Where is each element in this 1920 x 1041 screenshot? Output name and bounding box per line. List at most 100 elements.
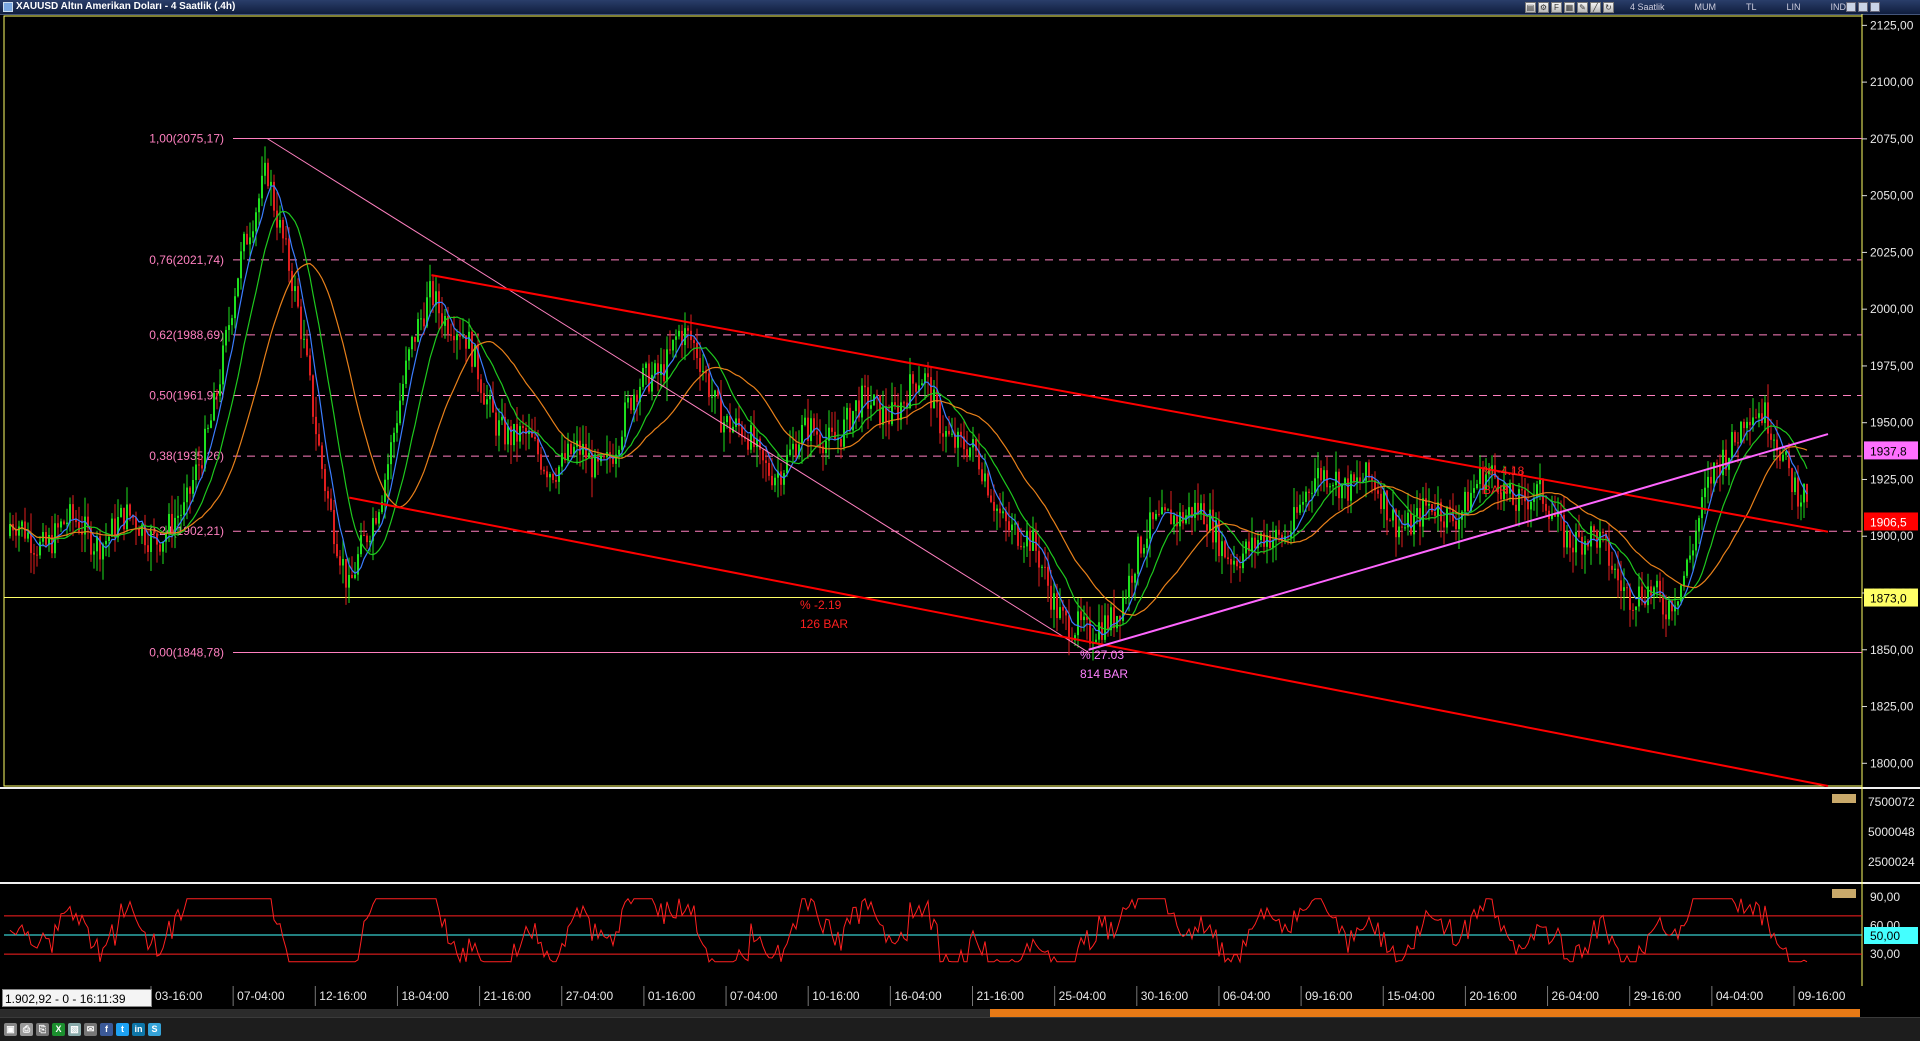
candle-body (825, 440, 827, 454)
candle-body (201, 465, 203, 469)
forex-icon[interactable]: F (1550, 1, 1562, 13)
save-icon[interactable]: ▣ (4, 1023, 17, 1036)
candle-body (1623, 587, 1625, 591)
chart-toolbar: ▤ ⚙ F ▦ ✎ ╱ ↻ 4 Saatlik MUM TL LIN IND (1524, 0, 1860, 14)
candle-body (1800, 502, 1802, 507)
candle-body (1101, 622, 1103, 640)
line-icon[interactable]: ╱ (1589, 1, 1601, 13)
candle-body (1704, 487, 1706, 498)
skype-icon[interactable]: S (148, 1023, 161, 1036)
time-tick-label: 16-04:00 (894, 989, 942, 1003)
fib-level-label: 0,38(1935,26) (149, 449, 224, 463)
candle-body (318, 434, 320, 446)
candle-body (537, 438, 539, 455)
email-icon[interactable]: ✉ (84, 1023, 97, 1036)
indicator-button[interactable]: IND (1831, 2, 1847, 12)
candle-body (72, 504, 74, 519)
time-axis: 03-16:00 07-04:00 12-16:00 18-04:00 21-16:00… (0, 986, 1920, 1008)
candle-body (1710, 476, 1712, 484)
candle-body (393, 432, 395, 443)
chart-type-button[interactable]: MUM (1694, 2, 1716, 12)
time-tick-label: 07-04:00 (237, 989, 285, 1003)
candle-body (423, 318, 425, 327)
scroll-thumb[interactable] (990, 1009, 1860, 1017)
candle-body (1620, 580, 1622, 591)
candle-body (1224, 541, 1226, 558)
candle-body (1572, 547, 1574, 553)
candle-body (1590, 526, 1592, 547)
candle-body (225, 329, 227, 346)
scale-button[interactable]: LIN (1786, 2, 1800, 12)
excel-icon[interactable]: X (52, 1023, 65, 1036)
candle-body (624, 402, 626, 437)
candle-body (1170, 509, 1172, 525)
candle-body (36, 554, 38, 556)
candle-body (285, 238, 287, 240)
maximize-icon[interactable] (1858, 2, 1868, 12)
print-icon[interactable]: ▤ (1524, 1, 1536, 13)
candle-body (1053, 593, 1055, 610)
candle-body (594, 454, 596, 478)
candle-body (1353, 474, 1355, 482)
candle-body (1131, 575, 1133, 583)
candle-body (912, 374, 914, 384)
currency-button[interactable]: TL (1746, 2, 1757, 12)
candle-body (1626, 587, 1628, 589)
candle-body (981, 469, 983, 482)
moving-average-line (9, 210, 1808, 631)
measure-bars: BAR (1483, 483, 1508, 497)
price-chart[interactable]: 1,00(2075,17) 0,76(2021,74) 0,62(1988,69) 0… (0, 14, 1920, 1008)
candle-body (1791, 468, 1793, 493)
candle-body (1068, 615, 1070, 641)
candle-body (1254, 537, 1256, 549)
linkedin-icon[interactable]: in (132, 1023, 145, 1036)
image-icon[interactable]: ▧ (68, 1023, 81, 1036)
bottom-toolbar: ▣ ⎙ ⎘ X ▧ ✉ f t in S (0, 1017, 1920, 1041)
print-icon[interactable]: ⎙ (20, 1023, 33, 1036)
rsi-tick-label: 30,00 (1870, 947, 1900, 961)
close-icon[interactable] (1870, 2, 1880, 12)
candle-body (378, 512, 380, 524)
fib-level-label: 0,62(1988,69) (149, 328, 224, 342)
candle-body (1389, 520, 1391, 522)
candle-body (1209, 509, 1211, 531)
candle-body (1410, 512, 1412, 535)
candle-body (1296, 507, 1298, 513)
measure-bars: 126 BAR (800, 617, 848, 631)
candle-body (1689, 555, 1691, 560)
candle-body (294, 286, 296, 292)
candle-body (987, 473, 989, 496)
candle-body (948, 430, 950, 435)
candle-body (780, 471, 782, 485)
candle-body (1734, 432, 1736, 443)
candle-body (600, 455, 602, 462)
trendlines[interactable] (266, 138, 1829, 787)
period-button[interactable]: 4 Saatlik (1630, 2, 1665, 12)
grid-icon[interactable]: ▦ (1563, 1, 1575, 13)
candle-body (957, 431, 959, 448)
candle-body (855, 400, 857, 412)
pencil-icon[interactable]: ✎ (1576, 1, 1588, 13)
candle-body (1743, 421, 1745, 429)
copy-icon[interactable]: ⎘ (36, 1023, 49, 1036)
candle-body (762, 449, 764, 461)
candle-body (1479, 467, 1481, 485)
facebook-icon[interactable]: f (100, 1023, 113, 1036)
settings-icon[interactable]: ⚙ (1537, 1, 1549, 13)
candle-body (1713, 462, 1715, 484)
candle-body (1770, 433, 1772, 440)
candle-body (513, 423, 515, 446)
candle-body (495, 412, 497, 436)
candle-body (1236, 560, 1238, 567)
candle-body (810, 418, 812, 442)
minimize-icon[interactable] (1846, 2, 1856, 12)
refresh-icon[interactable]: ↻ (1602, 1, 1614, 13)
candle-body (1206, 524, 1208, 531)
candle-body (1641, 586, 1643, 601)
candle-body (138, 528, 140, 536)
twitter-icon[interactable]: t (116, 1023, 129, 1036)
candle-body (1737, 442, 1739, 444)
price-marker-label: 1873,0 (1870, 592, 1907, 606)
price-tick-label: 1800,00 (1870, 756, 1914, 770)
horizontal-scrollbar[interactable] (0, 1009, 1860, 1017)
